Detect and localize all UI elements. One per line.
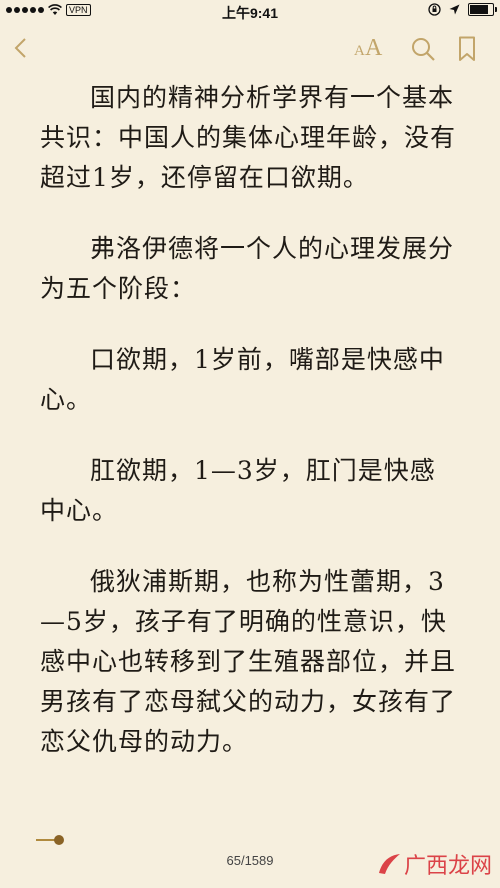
book-content: 国内的精神分析学界有一个基本共识：中国人的集体心理年龄，没有超过1岁，还停留在口… — [40, 78, 460, 793]
paragraph: 口欲期，1岁前，嘴部是快感中心。 — [40, 345, 445, 414]
font-size-big-glyph: A — [365, 35, 383, 61]
status-time: 上午9:41 — [221, 5, 279, 21]
reader-toolbar: A A — [0, 28, 500, 68]
paragraph: 国内的精神分析学界有一个基本共识：中国人的集体心理年龄，没有超过1岁，还停留在口… — [40, 83, 457, 192]
orientation-lock-icon — [428, 3, 441, 16]
reading-progress-slider[interactable] — [36, 834, 64, 846]
bookmark-icon[interactable] — [458, 36, 476, 62]
paragraph: 俄狄浦斯期，也称为性蕾期，3—5岁，孩子有了明确的性意识，快感中心也转移到了生殖… — [40, 567, 457, 756]
status-bar: VPN 上午9:41 — [0, 0, 500, 24]
watermark-logo: 广西龙网 — [376, 848, 492, 880]
watermark-text: 广西龙网 — [403, 854, 492, 879]
chevron-left-icon[interactable] — [10, 36, 32, 60]
location-icon — [449, 4, 460, 15]
battery-icon — [468, 3, 497, 16]
search-icon[interactable] — [410, 36, 436, 62]
progress-knob[interactable] — [54, 835, 64, 845]
paragraph: 肛欲期，1—3岁，肛门是快感中心。 — [40, 456, 436, 525]
status-right — [428, 3, 497, 16]
paragraph: 弗洛伊德将一个人的心理发展分为五个阶段： — [40, 234, 455, 303]
watermark-icon — [378, 854, 400, 874]
font-size-small-glyph: A — [354, 43, 365, 59]
font-size-icon[interactable]: A A — [352, 35, 386, 61]
